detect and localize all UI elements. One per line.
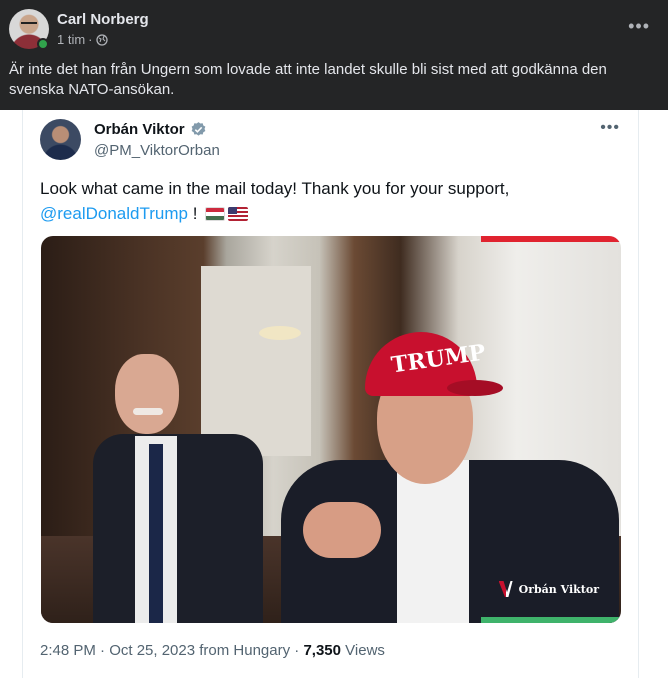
post-text: Är inte det han från Ungern som lovade a… xyxy=(9,61,607,98)
hungary-flag-icon xyxy=(205,207,226,221)
right-person-shirt xyxy=(397,460,469,623)
tweet-mention-link: @realDonaldTrump xyxy=(40,204,188,223)
left-person-head xyxy=(115,354,179,434)
us-flag-icon xyxy=(228,207,249,221)
photo-person-right: TRUMP xyxy=(269,332,619,623)
tweet-timestamp: 2:48 PM · Oct 25, 2023 from Hungary · xyxy=(40,642,304,659)
watermark-logo-text: Orbán Viktor xyxy=(518,582,599,596)
tweet-display-name: Orbán Viktor xyxy=(94,121,185,138)
tweet-views-label: Views xyxy=(341,642,385,659)
photo-watermark-logo: Orbán Viktor xyxy=(498,581,599,597)
watermark-logo-icon xyxy=(498,581,513,597)
left-person-suit xyxy=(93,434,263,623)
embedded-tweet-screenshot: Orbán Viktor @PM_ViktorOrban ••• Look wh… xyxy=(22,110,639,678)
more-options-icon[interactable]: ••• xyxy=(628,16,650,36)
photo-red-accent xyxy=(481,236,621,242)
right-person-hand xyxy=(303,502,381,558)
tweet-author-avatar xyxy=(40,119,81,160)
tweet-photo: TRUMP Orbán Viktor xyxy=(41,236,621,623)
meta-separator: · xyxy=(88,32,93,47)
tweet-display-name-row: Orbán Viktor xyxy=(94,121,207,138)
tweet-more-icon: ••• xyxy=(600,119,620,136)
red-cap-brim xyxy=(447,380,503,396)
tweet-footer: 2:48 PM · Oct 25, 2023 from Hungary · 7,… xyxy=(40,642,385,659)
post-time[interactable]: 1 tim xyxy=(57,32,85,48)
post-author-name[interactable]: Carl Norberg xyxy=(57,11,149,29)
facebook-post-header: Carl Norberg 1 tim · ••• Är inte det han… xyxy=(0,0,668,110)
left-person-tie xyxy=(149,444,163,623)
tweet-views-count: 7,350 xyxy=(303,642,341,659)
photo-person-left xyxy=(93,354,263,623)
tweet-text: Look what came in the mail today! Thank … xyxy=(40,176,620,226)
left-person-mustache xyxy=(133,408,163,415)
avatar-glasses xyxy=(21,22,37,26)
tweet-handle: @PM_ViktorOrban xyxy=(94,142,220,159)
tweet-text-line1: Look what came in the mail today! Thank … xyxy=(40,179,510,198)
tweet-text-tail: ! xyxy=(187,204,198,223)
globe-icon[interactable] xyxy=(95,34,108,46)
post-meta: 1 tim · xyxy=(57,32,108,48)
verified-badge-icon xyxy=(191,122,205,136)
online-status-indicator xyxy=(37,38,49,50)
photo-green-accent xyxy=(481,617,621,623)
